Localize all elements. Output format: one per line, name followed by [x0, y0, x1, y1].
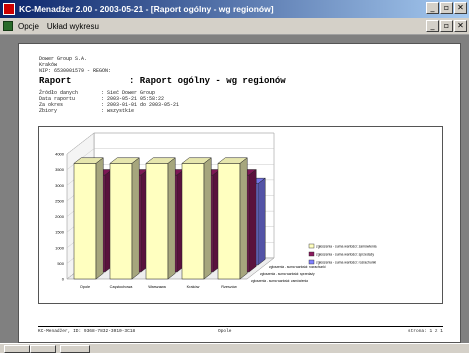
x-category-label: Warszawa	[148, 285, 166, 289]
legend-swatch	[308, 259, 315, 265]
legend-label: zgłoszenia - suma wartości: sprzedaży	[316, 253, 374, 257]
menu-uklad-wykresu[interactable]: Układ wykresu	[47, 22, 99, 31]
bar-chart-3d: 4000 3500 3000 2500 2000 1500 1000 500 0 Opole Czę…	[55, 132, 377, 289]
child-maximize-button[interactable]: ▫	[440, 20, 453, 32]
x-category-label: Opole	[80, 285, 90, 289]
footer-left: KC-Menadżer, ID: 9368-7832-3010-3C18	[38, 329, 136, 334]
child-close-button[interactable]: ✕	[454, 20, 467, 32]
y-tick-label: 2500	[55, 198, 65, 203]
close-button[interactable]: ✕	[454, 2, 467, 14]
bar-side	[167, 157, 176, 280]
document-icon	[3, 21, 13, 31]
title-bar: KC-Menadżer 2.00 - 2003-05-21 - [Raport …	[0, 0, 469, 18]
x-category-label: Rzeszów	[221, 285, 237, 289]
report-footer: KC-Menadżer, ID: 9368-7832-3010-3C18 Opo…	[38, 326, 443, 336]
x-category-label: Częstochowa	[110, 285, 134, 289]
depth-series-label: zgłoszenia - suma wartości: rozrachunki	[269, 265, 326, 269]
footer-center: Opole	[218, 329, 232, 334]
maximize-button[interactable]: ▫	[440, 2, 453, 14]
bar-side	[203, 157, 212, 280]
y-tick-label: 3000	[55, 183, 65, 188]
field-label: Zbiory	[39, 108, 58, 114]
status-tab[interactable]	[30, 345, 56, 353]
x-category-label: Kraków	[187, 285, 200, 289]
depth-series-label: zgłoszenia - suma wartości: zamówienia	[251, 279, 308, 283]
y-tick-label: 500	[57, 261, 64, 266]
bar-side	[257, 177, 266, 266]
status-bar	[0, 343, 469, 353]
bar	[145, 163, 169, 280]
bar-side	[131, 157, 140, 280]
bar	[73, 163, 97, 280]
report-page: Dower Group S.A. Kraków NIP: 6530001579 …	[18, 43, 461, 343]
y-tick-label: 1000	[55, 245, 65, 250]
y-tick-label: 4000	[55, 152, 65, 157]
bar	[109, 163, 133, 280]
bar-side	[248, 169, 257, 273]
bar	[181, 163, 205, 280]
bar-side	[95, 157, 104, 280]
company-nip: NIP: 6530001579 - REGON:	[39, 68, 112, 74]
y-tick-label: 2000	[55, 214, 65, 219]
y-tick-label: 3500	[55, 167, 65, 172]
legend-swatch	[308, 251, 315, 257]
legend-label: zgłoszenia - suma wartości: zamówienia	[316, 245, 377, 249]
menu-opcje[interactable]: Opcje	[18, 22, 39, 31]
report-title-label: Raport	[39, 76, 72, 86]
y-tick-label: 1500	[55, 230, 65, 235]
window-title: KC-Menadżer 2.00 - 2003-05-21 - [Raport …	[19, 4, 274, 14]
legend-label: zgłoszenia - suma wartości: rozrachunki	[316, 261, 376, 265]
minimize-button[interactable]: _	[426, 2, 439, 14]
menu-bar: Opcje Układ wykresu _ ▫ ✕	[0, 18, 469, 35]
report-title-value: : Raport ogólny - wg regionów	[129, 76, 286, 86]
bar-side	[239, 157, 248, 280]
legend-swatch	[308, 243, 315, 249]
chart-frame: 4000 3500 3000 2500 2000 1500 1000 500 0 Opole Czę…	[38, 126, 443, 304]
report-viewport[interactable]: Dower Group S.A. Kraków NIP: 6530001579 …	[0, 35, 469, 343]
y-tick-label: 0	[62, 277, 65, 282]
footer-right: strona: 1 z 1	[407, 329, 443, 334]
status-tab[interactable]	[60, 345, 90, 353]
child-minimize-button[interactable]: _	[426, 20, 439, 32]
field-value: : wszystkie	[101, 108, 135, 114]
depth-series-label: zgłoszenia - suma wartości: sprzedaży	[260, 272, 315, 276]
bar	[217, 163, 241, 280]
app-icon	[3, 3, 15, 15]
status-tab[interactable]	[4, 345, 30, 353]
